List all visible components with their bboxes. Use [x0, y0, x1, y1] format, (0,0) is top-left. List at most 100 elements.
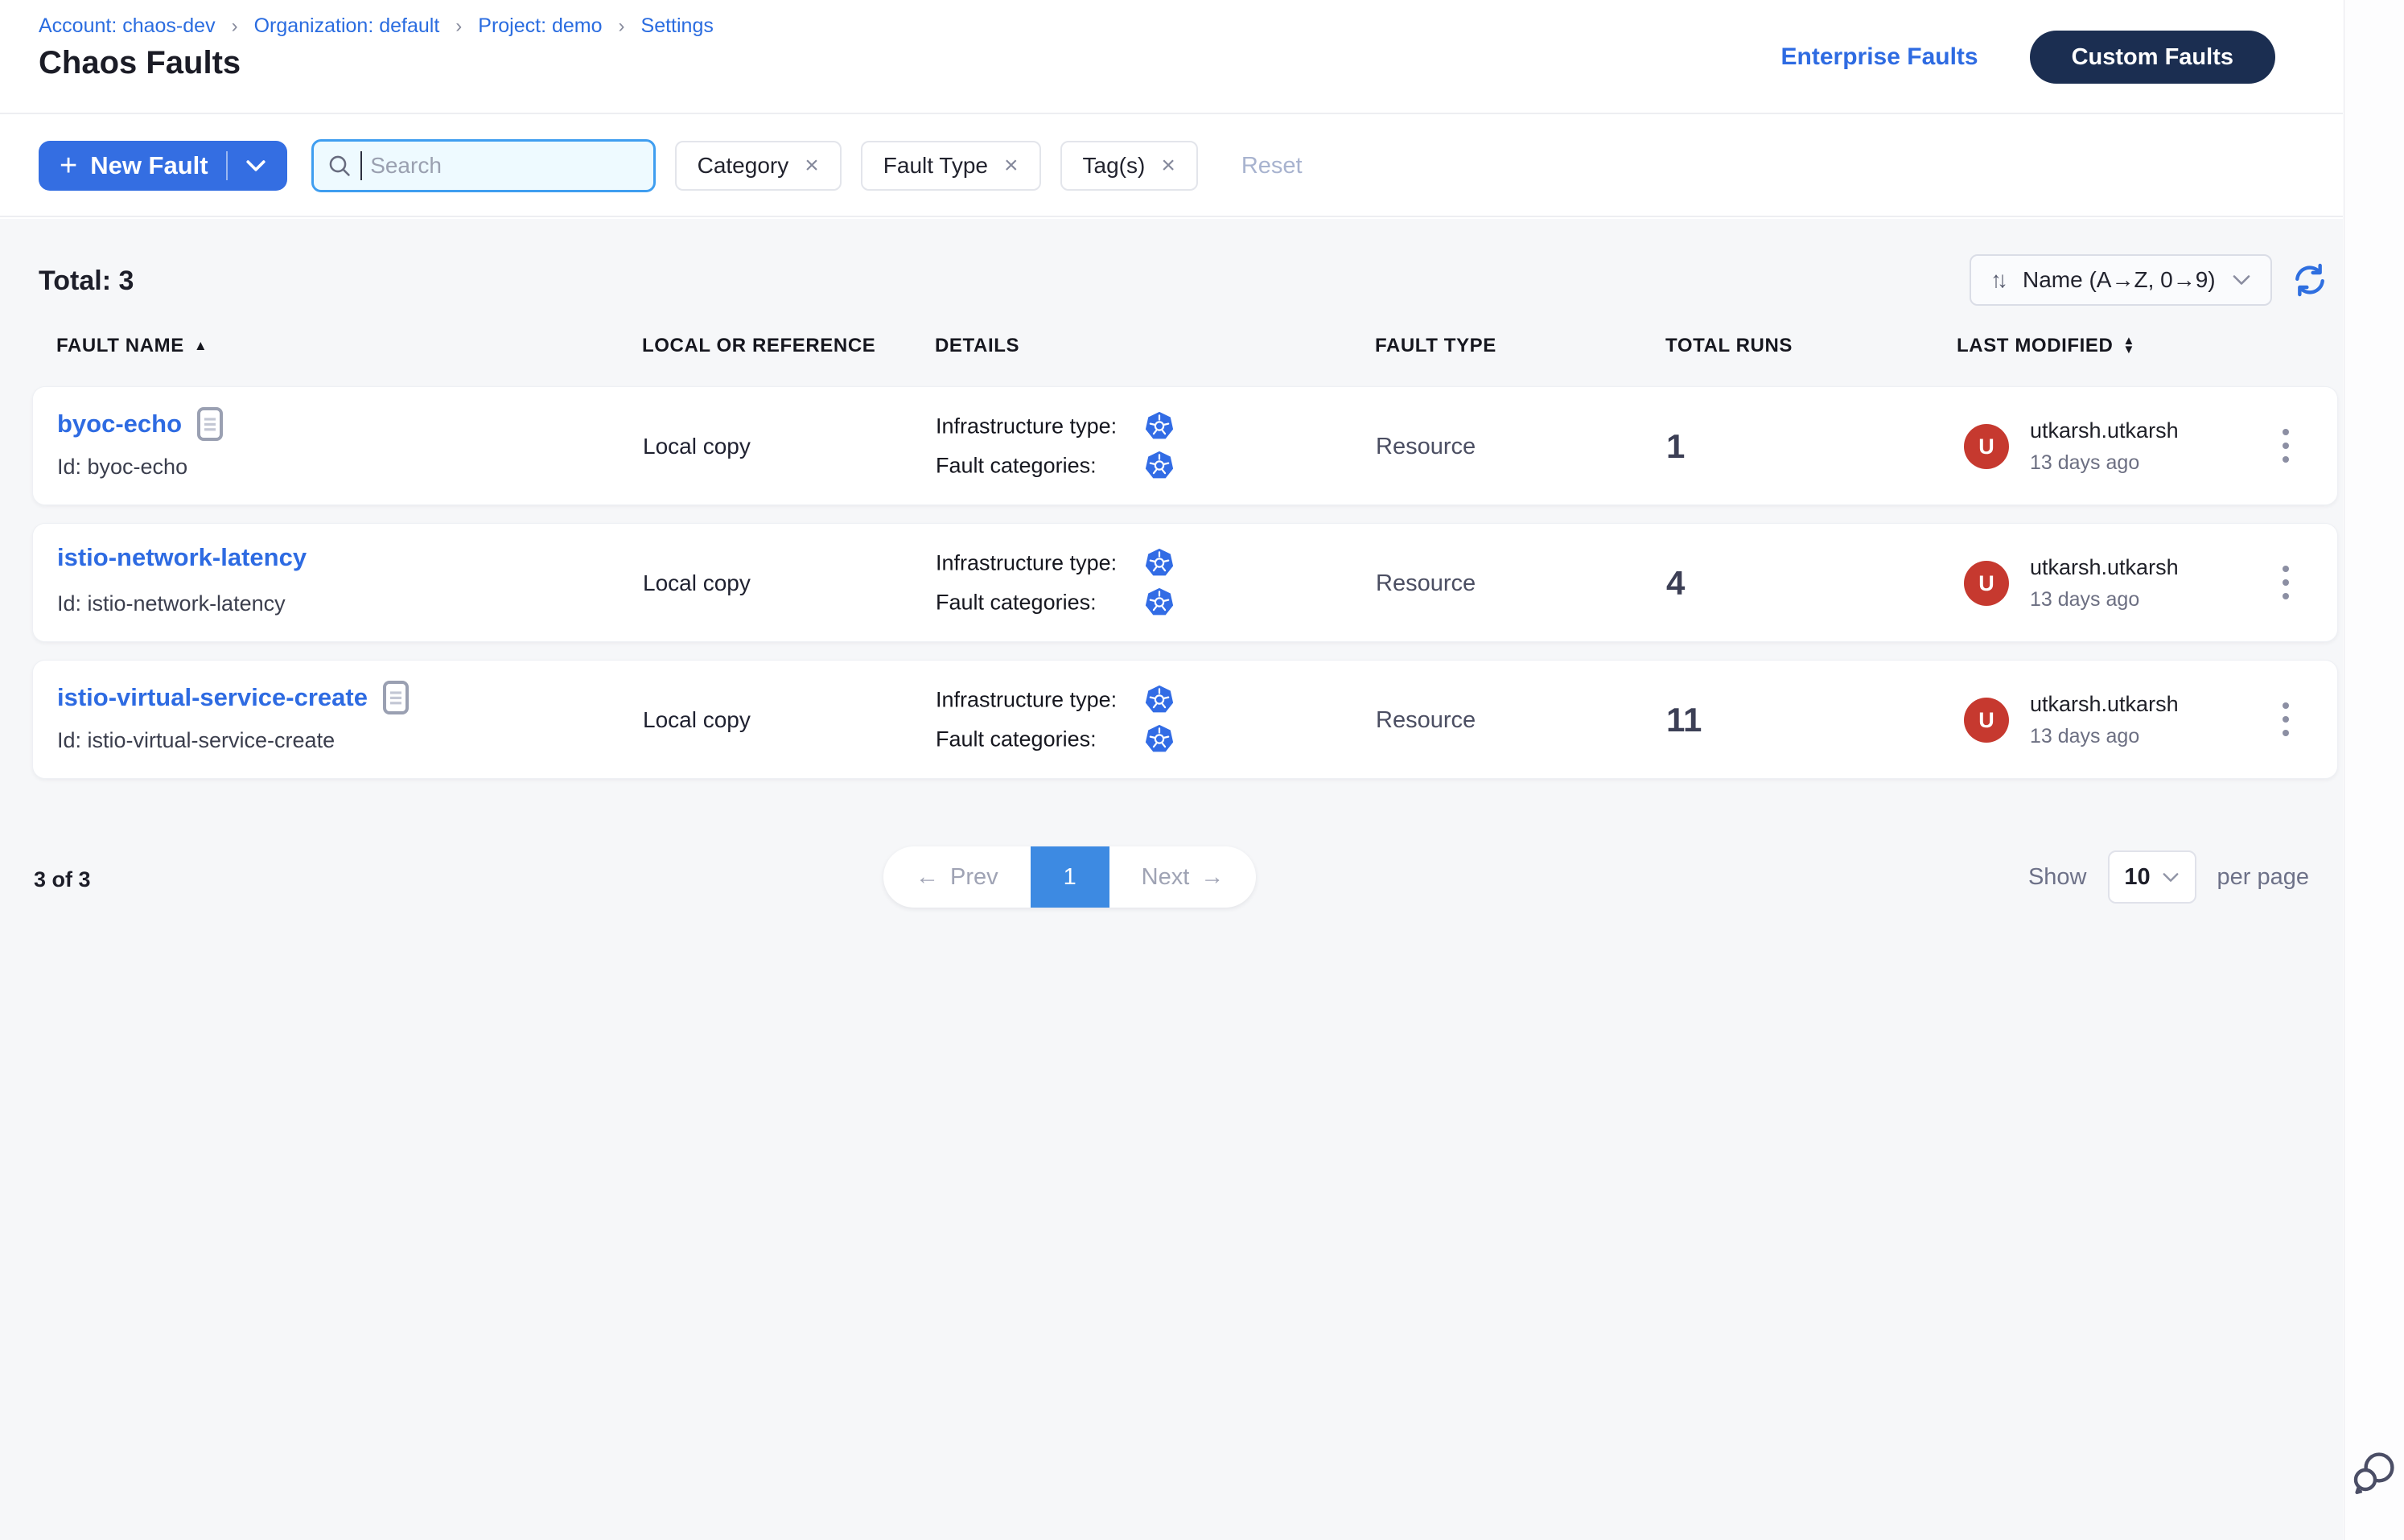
chevron-down-icon[interactable] [245, 159, 266, 172]
sort-arrows-icon: ↑↓ [1990, 267, 2003, 293]
modified-time: 13 days ago [2030, 725, 2179, 748]
fault-id: Id: istio-virtual-service-create [57, 728, 335, 753]
sort-dropdown[interactable]: ↑↓ Name (A→Z, 0→9) [1970, 254, 2272, 306]
total-runs-value: 4 [1666, 524, 1685, 643]
faults-list-section: Total: 3 ↑↓ Name (A→Z, 0→9) FAULT NAME ▲… [0, 219, 2343, 1540]
close-icon[interactable]: × [1161, 154, 1175, 178]
new-fault-label: New Fault [90, 151, 208, 180]
arrow-right-icon: → [1200, 864, 1224, 891]
breadcrumb-account[interactable]: Account: chaos-dev [39, 14, 216, 38]
breadcrumb-settings[interactable]: Settings [641, 14, 714, 38]
last-modified-cell: U utkarsh.utkarsh 13 days ago [1964, 661, 2179, 780]
fault-name-link[interactable]: byoc-echo [57, 410, 182, 439]
modified-by-user: utkarsh.utkarsh [2030, 692, 2179, 717]
breadcrumb-separator-icon: › [232, 15, 238, 38]
column-header-fault-name[interactable]: FAULT NAME ▲ [56, 335, 208, 357]
fault-row-byoc-echo[interactable]: byoc-echo Id: byoc-echo Local copy Infra… [32, 386, 2338, 505]
prev-label: Prev [950, 864, 998, 891]
column-label: LAST MODIFIED [1957, 335, 2113, 357]
page-header: Account: chaos-dev › Organization: defau… [0, 0, 2343, 114]
fault-name-link[interactable]: istio-network-latency [57, 543, 307, 572]
fault-row-istio-network-latency[interactable]: istio-network-latency Id: istio-network-… [32, 523, 2338, 642]
close-icon[interactable]: × [1004, 154, 1019, 178]
search-icon [327, 153, 352, 179]
kubernetes-icon [1143, 587, 1175, 619]
local-or-reference-value: Local copy [643, 387, 751, 506]
fault-categories-label: Fault categories: [936, 727, 1129, 751]
right-rail [2344, 0, 2404, 1540]
page-number-active[interactable]: 1 [1031, 846, 1109, 908]
local-or-reference-value: Local copy [643, 661, 751, 780]
column-label: FAULT NAME [56, 335, 184, 357]
fault-type-value: Resource [1376, 524, 1476, 643]
page-size-value: 10 [2124, 864, 2150, 891]
breadcrumb: Account: chaos-dev › Organization: defau… [39, 14, 714, 38]
search-box[interactable] [311, 139, 656, 192]
kubernetes-icon [1143, 723, 1175, 756]
column-header-local-or-reference: LOCAL OR REFERENCE [642, 335, 875, 357]
arrow-left-icon: ← [916, 864, 939, 891]
breadcrumb-project[interactable]: Project: demo [478, 14, 602, 38]
filter-label: Tag(s) [1083, 153, 1146, 179]
column-label: TOTAL RUNS [1665, 335, 1793, 357]
refresh-button[interactable] [2290, 261, 2330, 301]
column-label: FAULT TYPE [1375, 335, 1496, 357]
local-or-reference-value: Local copy [643, 524, 751, 643]
kubernetes-icon [1143, 450, 1175, 482]
copy-icon[interactable] [196, 406, 224, 442]
chevron-down-icon [2232, 274, 2251, 286]
pagination-range: 3 of 3 [34, 867, 91, 892]
fault-type-value: Resource [1376, 387, 1476, 506]
row-menu-button[interactable] [2274, 558, 2297, 607]
reset-filters-button[interactable]: Reset [1241, 153, 1303, 179]
page-size-select[interactable]: 10 [2108, 850, 2196, 904]
infrastructure-type-label: Infrastructure type: [936, 687, 1129, 712]
fault-details: Infrastructure type: Fault categories: [936, 547, 1175, 619]
filter-chip-tags[interactable]: Tag(s) × [1060, 141, 1198, 191]
sort-asc-icon: ▲ [194, 338, 208, 354]
next-page-button[interactable]: Next → [1109, 846, 1257, 908]
modified-time: 13 days ago [2030, 588, 2179, 611]
custom-faults-button[interactable]: Custom Faults [2030, 31, 2275, 84]
sort-both-icon: ▲▼ [2122, 337, 2134, 355]
search-input[interactable] [370, 153, 640, 179]
fault-details: Infrastructure type: Fault categories: [936, 410, 1175, 482]
row-menu-button[interactable] [2274, 421, 2297, 471]
row-menu-button[interactable] [2274, 694, 2297, 744]
button-divider [226, 151, 228, 180]
prev-page-button[interactable]: ← Prev [883, 846, 1031, 908]
avatar: U [1964, 561, 2009, 606]
breadcrumb-organization[interactable]: Organization: default [254, 14, 440, 38]
chat-bubbles-icon[interactable] [2351, 1450, 2398, 1501]
fault-id: Id: byoc-echo [57, 455, 187, 480]
fault-type-value: Resource [1376, 661, 1476, 780]
header-actions: Enterprise Faults Custom Faults [1781, 0, 2275, 114]
column-label: DETAILS [935, 335, 1019, 357]
column-header-last-modified[interactable]: LAST MODIFIED ▲▼ [1957, 335, 2135, 357]
toolbar: + New Fault Category × Fault Type × Tag(… [0, 116, 2343, 217]
avatar: U [1964, 698, 2009, 743]
column-header-fault-type: FAULT TYPE [1375, 335, 1496, 357]
avatar: U [1964, 424, 2009, 469]
fault-details: Infrastructure type: Fault categories: [936, 684, 1175, 756]
close-icon[interactable]: × [805, 154, 819, 178]
fault-categories-label: Fault categories: [936, 590, 1129, 615]
total-runs-value: 11 [1666, 661, 1702, 780]
filter-label: Fault Type [883, 153, 988, 179]
fault-id: Id: istio-network-latency [57, 591, 286, 616]
enterprise-faults-link[interactable]: Enterprise Faults [1781, 43, 1978, 71]
filter-chip-fault-type[interactable]: Fault Type × [861, 141, 1041, 191]
last-modified-cell: U utkarsh.utkarsh 13 days ago [1964, 387, 2179, 506]
fault-categories-label: Fault categories: [936, 453, 1129, 478]
column-label: LOCAL OR REFERENCE [642, 335, 875, 357]
modified-by-user: utkarsh.utkarsh [2030, 555, 2179, 580]
fault-name-link[interactable]: istio-virtual-service-create [57, 683, 368, 712]
next-label: Next [1142, 864, 1190, 891]
new-fault-button[interactable]: + New Fault [39, 141, 287, 191]
copy-icon[interactable] [382, 680, 410, 715]
column-header-details: DETAILS [935, 335, 1019, 357]
filter-chip-category[interactable]: Category × [675, 141, 842, 191]
filter-label: Category [698, 153, 789, 179]
kubernetes-icon [1143, 410, 1175, 443]
fault-row-istio-virtual-service-create[interactable]: istio-virtual-service-create Id: istio-v… [32, 660, 2338, 779]
